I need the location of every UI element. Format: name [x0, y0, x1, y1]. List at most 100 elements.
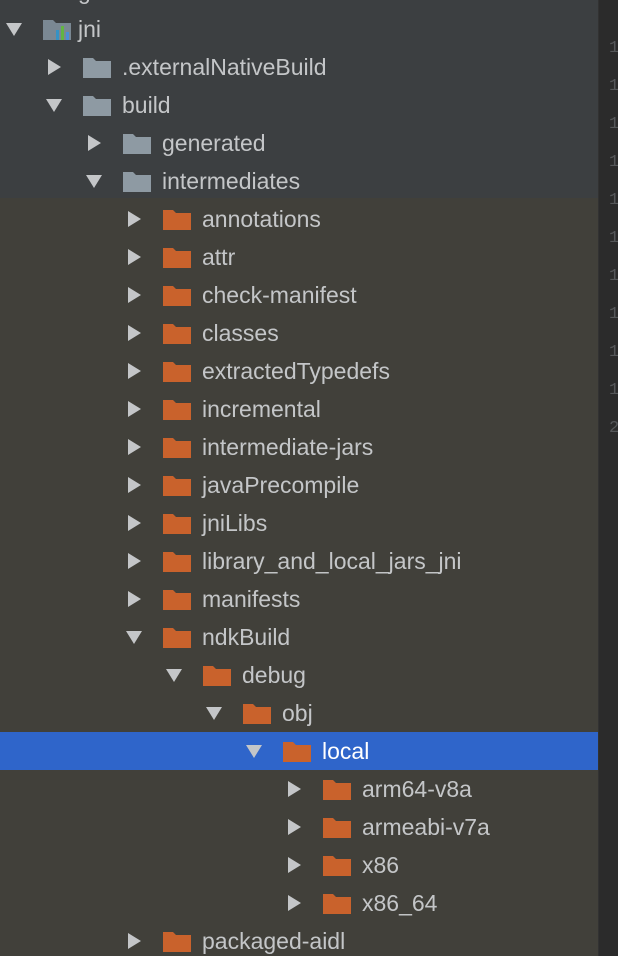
- chevron-right-icon[interactable]: [124, 323, 144, 343]
- chevron-right-icon[interactable]: [124, 247, 144, 267]
- line-number: 1: [609, 77, 618, 96]
- chevron-right-icon[interactable]: [124, 513, 144, 533]
- folder-icon: [162, 929, 192, 953]
- folder-icon: [162, 435, 192, 459]
- folder-icon: [202, 663, 232, 687]
- chevron-right-icon[interactable]: [284, 779, 304, 799]
- chevron-right-icon[interactable]: [124, 361, 144, 381]
- tree-row-generated[interactable]: generated: [0, 124, 598, 162]
- tree-row-label: incremental: [202, 395, 321, 422]
- line-number: 1: [609, 381, 618, 400]
- tree-row-extractedtypedefs[interactable]: extractedTypedefs: [0, 352, 598, 390]
- tree-row-manifests[interactable]: manifests: [0, 580, 598, 618]
- folder-icon: [82, 93, 112, 117]
- tree-row-label: jniLibs: [202, 509, 268, 536]
- tree-row-label: attr: [202, 243, 236, 270]
- tree-row-annotations[interactable]: annotations: [0, 200, 598, 238]
- chevron-right-icon[interactable]: [284, 817, 304, 837]
- folder-icon: [162, 283, 192, 307]
- chevron-right-icon[interactable]: [124, 285, 144, 305]
- folder-icon: [162, 245, 192, 269]
- chevron-right-icon[interactable]: [284, 855, 304, 875]
- tree-row-build[interactable]: build: [0, 86, 598, 124]
- tree-row-partial[interactable]: g: [0, 0, 598, 10]
- folder-icon: [242, 701, 272, 725]
- line-number: 1: [609, 191, 618, 210]
- chevron-right-icon[interactable]: [124, 589, 144, 609]
- chevron-right-icon[interactable]: [84, 133, 104, 153]
- tree-row-x86-64[interactable]: x86_64: [0, 884, 598, 922]
- chevron-right-icon[interactable]: [124, 399, 144, 419]
- tree-row-label: obj: [282, 699, 313, 726]
- tree-row-debug[interactable]: debug: [0, 656, 598, 694]
- tree-row-label: x86_64: [362, 889, 438, 916]
- folder-icon: [162, 397, 192, 421]
- chevron-down-icon[interactable]: [124, 627, 144, 647]
- chevron-right-icon[interactable]: [124, 209, 144, 229]
- folder-icon: [162, 359, 192, 383]
- editor-gutter: 1 1 1 1 1 1 1 1 1 1 2: [598, 0, 618, 956]
- tree-row-attr[interactable]: attr: [0, 238, 598, 276]
- tree-row-armeabi-v7a[interactable]: armeabi-v7a: [0, 808, 598, 846]
- chevron-down-icon[interactable]: [204, 703, 224, 723]
- module-folder-icon: [42, 17, 72, 41]
- chevron-right-icon[interactable]: [124, 437, 144, 457]
- tree-row-externalnativebuild[interactable]: .externalNativeBuild: [0, 48, 598, 86]
- folder-icon: [162, 321, 192, 345]
- chevron-down-icon[interactable]: [84, 171, 104, 191]
- folder-icon: [322, 891, 352, 915]
- folder-icon: [322, 815, 352, 839]
- tree-row-label: check-manifest: [202, 281, 357, 308]
- tree-row-jni[interactable]: jni: [0, 10, 598, 48]
- tree-row-library-and-local-jars-jni[interactable]: library_and_local_jars_jni: [0, 542, 598, 580]
- line-number: 1: [609, 229, 618, 248]
- folder-icon: [162, 207, 192, 231]
- chevron-right-icon[interactable]: [124, 551, 144, 571]
- tree-row-jnilibs[interactable]: jniLibs: [0, 504, 598, 542]
- chevron-down-icon[interactable]: [4, 19, 24, 39]
- tree-row-classes[interactable]: classes: [0, 314, 598, 352]
- tree-row-label: g: [78, 0, 91, 5]
- tree-row-local[interactable]: local: [0, 732, 598, 770]
- folder-icon: [322, 853, 352, 877]
- tree-row-intermediates[interactable]: intermediates: [0, 162, 598, 200]
- folder-icon: [162, 473, 192, 497]
- chevron-down-icon[interactable]: [44, 95, 64, 115]
- folder-icon: [162, 511, 192, 535]
- chevron-down-icon[interactable]: [164, 665, 184, 685]
- tree-row-label: library_and_local_jars_jni: [202, 547, 462, 574]
- chevron-right-icon[interactable]: [284, 893, 304, 913]
- tree-row-label: extractedTypedefs: [202, 357, 390, 384]
- tree-row-label: jni: [78, 15, 102, 42]
- line-number: 1: [609, 115, 618, 134]
- tree-row-label: local: [322, 737, 370, 764]
- chevron-right-icon[interactable]: [44, 57, 64, 77]
- tree-row-javaprecompile[interactable]: javaPrecompile: [0, 466, 598, 504]
- tree-row-label: packaged-aidl: [202, 927, 346, 954]
- chevron-down-icon[interactable]: [244, 741, 264, 761]
- tree-row-label: armeabi-v7a: [362, 813, 490, 840]
- line-number: 2: [609, 419, 618, 438]
- chevron-right-icon[interactable]: [124, 475, 144, 495]
- tree-row-label: annotations: [202, 205, 321, 232]
- tree-row-label: intermediate-jars: [202, 433, 374, 460]
- tree-row-label: x86: [362, 851, 400, 878]
- tree-row-packaged-aidl[interactable]: packaged-aidl: [0, 922, 598, 956]
- line-number: 1: [609, 39, 618, 58]
- tree-row-intermediate-jars[interactable]: intermediate-jars: [0, 428, 598, 466]
- tree-row-incremental[interactable]: incremental: [0, 390, 598, 428]
- folder-icon: [122, 131, 152, 155]
- folder-icon: [322, 777, 352, 801]
- folder-icon: [122, 169, 152, 193]
- tree-row-label: build: [122, 91, 171, 118]
- tree-row-label: .externalNativeBuild: [122, 53, 327, 80]
- tree-row-label: arm64-v8a: [362, 775, 472, 802]
- tree-row-label: manifests: [202, 585, 301, 612]
- tree-row-ndkbuild[interactable]: ndkBuild: [0, 618, 598, 656]
- chevron-right-icon[interactable]: [124, 931, 144, 951]
- tree-row-check-manifest[interactable]: check-manifest: [0, 276, 598, 314]
- tree-row-obj[interactable]: obj: [0, 694, 598, 732]
- tree-row-label: generated: [162, 129, 266, 156]
- tree-row-arm64-v8a[interactable]: arm64-v8a: [0, 770, 598, 808]
- tree-row-x86[interactable]: x86: [0, 846, 598, 884]
